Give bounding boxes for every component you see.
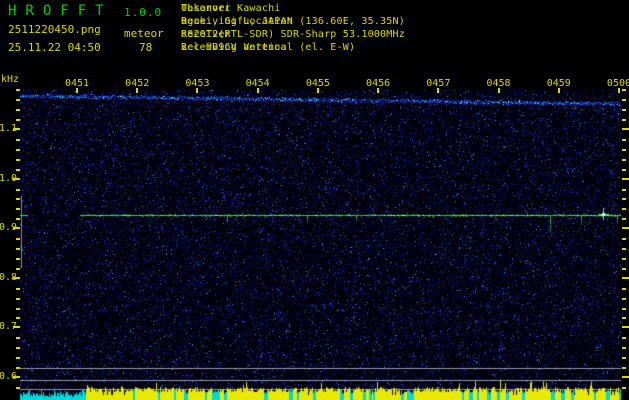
- x-tick: [196, 88, 199, 93]
- y-tick-major: [13, 276, 20, 279]
- y-tick-major: [13, 177, 20, 180]
- y-tick-minor: [622, 287, 626, 290]
- y-tick-minor: [16, 109, 20, 112]
- y-tick-minor: [16, 297, 20, 300]
- y-tick-minor: [622, 208, 626, 211]
- y-tick-minor: [16, 188, 20, 191]
- y-tick-minor: [622, 138, 626, 141]
- y-tick-minor: [16, 148, 20, 151]
- x-tick: [497, 88, 500, 93]
- y-tick-minor: [622, 248, 626, 251]
- y-tick-minor: [622, 347, 626, 350]
- axis-layer: kHz 0451 0452 0453 0454 0455 0456 0457 0458 0459…: [0, 0, 629, 400]
- y-tick-minor: [622, 257, 626, 260]
- y-tick-minor: [622, 119, 626, 122]
- y-tick-minor: [622, 267, 626, 270]
- y-tick-minor: [622, 158, 626, 161]
- y-tick-minor: [622, 307, 626, 310]
- y-tick-minor: [16, 168, 20, 171]
- y-axis-unit-label: kHz: [1, 74, 20, 85]
- x-tick: [437, 88, 440, 93]
- y-tick-minor: [622, 109, 626, 112]
- y-tick-major: [13, 227, 20, 230]
- y-tick-minor: [16, 267, 20, 270]
- y-tick-minor: [16, 158, 20, 161]
- y-tick-major: [622, 227, 629, 230]
- y-tick-major: [622, 326, 629, 329]
- y-tick-minor: [622, 198, 626, 201]
- y-tick-minor: [16, 198, 20, 201]
- y-tick-minor: [16, 138, 20, 141]
- y-tick-major: [622, 177, 629, 180]
- y-tick-major: [622, 376, 629, 378]
- y-tick-minor: [622, 238, 626, 241]
- y-tick-minor: [622, 89, 626, 92]
- y-tick-minor: [16, 347, 20, 350]
- y-tick-minor: [16, 307, 20, 310]
- y-tick-minor: [16, 238, 20, 241]
- y-tick-major: [622, 276, 629, 279]
- y-tick-minor: [622, 367, 626, 370]
- y-tick-major: [13, 376, 20, 378]
- y-tick-minor: [622, 297, 626, 300]
- y-tick-major: [13, 128, 20, 130]
- y-tick-minor: [622, 357, 626, 360]
- x-tick: [256, 88, 259, 93]
- y-tick-minor: [16, 317, 20, 320]
- y-tick-minor: [16, 287, 20, 290]
- y-tick-minor: [622, 188, 626, 191]
- y-tick-minor: [16, 257, 20, 260]
- y-tick-minor: [622, 99, 626, 102]
- y-tick-major: [622, 128, 629, 130]
- y-tick-minor: [16, 89, 20, 92]
- y-tick-minor: [16, 218, 20, 221]
- hrofft-window: HROFFT 1.0.0 2511220450.png meteor 25.11…: [0, 0, 629, 400]
- x-tick: [316, 88, 319, 93]
- y-tick-minor: [622, 168, 626, 171]
- y-tick-major: [13, 326, 20, 329]
- x-tick: [76, 88, 78, 93]
- y-tick-minor: [16, 337, 20, 340]
- y-tick-minor: [16, 208, 20, 211]
- y-tick-minor: [622, 337, 626, 340]
- x-tick: [617, 88, 620, 93]
- y-tick-minor: [622, 148, 626, 151]
- y-tick-minor: [622, 317, 626, 320]
- y-tick-minor: [16, 99, 20, 102]
- y-tick-minor: [16, 248, 20, 251]
- y-tick-minor: [16, 119, 20, 122]
- x-tick: [557, 88, 560, 93]
- x-tick: [136, 88, 139, 93]
- y-tick-minor: [16, 367, 20, 370]
- y-tick-minor: [622, 218, 626, 221]
- x-tick: [377, 88, 380, 93]
- y-tick-minor: [16, 386, 20, 389]
- y-tick-minor: [622, 386, 626, 389]
- y-tick-minor: [16, 357, 20, 360]
